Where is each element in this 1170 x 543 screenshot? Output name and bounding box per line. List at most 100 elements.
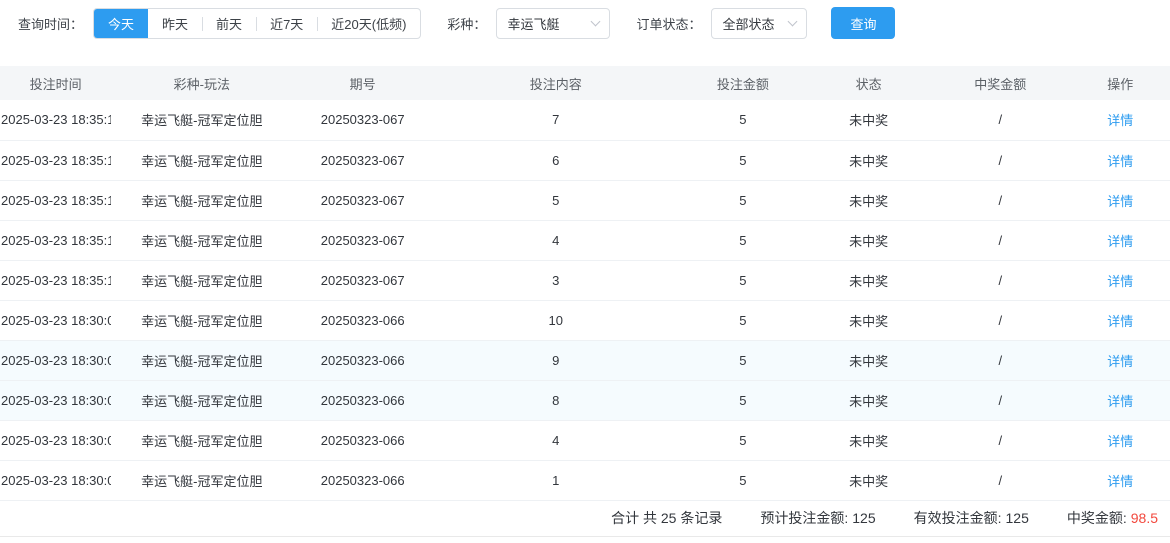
- cell-content: 6: [432, 140, 679, 181]
- cell-action: 详情: [1070, 220, 1170, 261]
- cell-time: 2025-03-23 18:35:14: [0, 140, 112, 181]
- cell-period: 20250323-066: [292, 300, 433, 341]
- time-filter-option[interactable]: 近7天: [256, 9, 317, 38]
- cell-win: /: [930, 420, 1071, 461]
- cell-amount: 5: [678, 420, 808, 461]
- cell-play: 幸运飞艇-冠军定位胆: [111, 140, 293, 181]
- column-header: 投注时间: [0, 66, 112, 100]
- column-header: 操作: [1070, 66, 1170, 100]
- cell-content: 3: [432, 260, 679, 301]
- cell-content: 7: [432, 100, 679, 141]
- cell-play: 幸运飞艇-冠军定位胆: [111, 100, 293, 141]
- cell-period: 20250323-066: [292, 420, 433, 461]
- time-filter-label: 查询时间：: [18, 16, 84, 32]
- cell-content: 4: [432, 220, 679, 261]
- detail-link[interactable]: 详情: [1107, 394, 1133, 409]
- detail-link[interactable]: 详情: [1107, 113, 1133, 128]
- detail-link[interactable]: 详情: [1107, 194, 1133, 209]
- chevron-down-icon: [590, 16, 601, 27]
- time-filter-option[interactable]: 今天: [94, 8, 149, 38]
- lottery-select[interactable]: 幸运飞艇: [496, 7, 611, 39]
- lottery-label: 彩种：: [447, 16, 487, 32]
- cell-win: /: [930, 260, 1071, 301]
- table-row: 2025-03-23 18:30:00 幸运飞艇-冠军定位胆 20250323-06…: [0, 420, 1170, 461]
- table-row: 2025-03-23 18:35:14 幸运飞艇-冠军定位胆 20250323-06…: [0, 140, 1170, 181]
- cell-win: /: [930, 300, 1071, 341]
- total-records: 合计 共 25 条记录: [611, 510, 723, 526]
- cell-content: 9: [432, 340, 679, 381]
- cell-play: 幸运飞艇-冠军定位胆: [111, 380, 293, 421]
- detail-link[interactable]: 详情: [1107, 234, 1133, 249]
- cell-amount: 5: [678, 300, 808, 341]
- cell-status: 未中奖: [807, 180, 931, 221]
- cell-status: 未中奖: [807, 220, 931, 261]
- order-status-select[interactable]: 全部状态: [711, 7, 808, 39]
- column-header: 彩种-玩法: [111, 66, 293, 100]
- cell-amount: 5: [678, 340, 808, 381]
- cell-period: 20250323-067: [292, 220, 433, 261]
- cell-win: /: [930, 460, 1071, 501]
- time-filter-option[interactable]: 近20天(低频): [317, 9, 420, 38]
- cell-content: 5: [432, 180, 679, 221]
- cell-status: 未中奖: [807, 300, 931, 341]
- column-header: 中奖金额: [930, 66, 1071, 100]
- cell-amount: 5: [678, 140, 808, 181]
- cell-period: 20250323-067: [292, 180, 433, 221]
- cell-amount: 5: [678, 460, 808, 501]
- table-row: 2025-03-23 18:30:00 幸运飞艇-冠军定位胆 20250323-06…: [0, 300, 1170, 341]
- cell-time: 2025-03-23 18:30:00: [0, 340, 112, 381]
- search-button[interactable]: 查询: [831, 7, 896, 39]
- win-amount-value: 98.5: [1130, 510, 1158, 526]
- detail-link[interactable]: 详情: [1107, 474, 1133, 489]
- cell-period: 20250323-066: [292, 340, 433, 381]
- cell-win: /: [930, 380, 1071, 421]
- cell-time: 2025-03-23 18:30:00: [0, 300, 112, 341]
- cell-win: /: [930, 140, 1071, 181]
- valid-bet-amount: 有效投注金额: 125: [914, 508, 1029, 528]
- time-filter-option[interactable]: 昨天: [148, 9, 202, 38]
- column-header: 期号: [292, 66, 433, 100]
- cell-status: 未中奖: [807, 100, 931, 141]
- table-row: 2025-03-23 18:35:14 幸运飞艇-冠军定位胆 20250323-06…: [0, 180, 1170, 221]
- valid-bet-amount-value: 125: [1005, 510, 1029, 526]
- cell-time: 2025-03-23 18:35:14: [0, 220, 112, 261]
- cell-play: 幸运飞艇-冠军定位胆: [111, 180, 293, 221]
- detail-link[interactable]: 详情: [1107, 274, 1133, 289]
- cell-time: 2025-03-23 18:30:00: [0, 380, 112, 421]
- chevron-down-icon: [788, 16, 798, 27]
- cell-time: 2025-03-23 18:30:00: [0, 460, 112, 501]
- cell-play: 幸运飞艇-冠军定位胆: [111, 220, 293, 261]
- time-filter-group: 今天 昨天 前天 近7天 近20天(低频): [93, 7, 422, 39]
- table-row: 2025-03-23 18:35:14 幸运飞艇-冠军定位胆 20250323-06…: [0, 100, 1170, 141]
- cell-amount: 5: [678, 220, 808, 261]
- cell-time: 2025-03-23 18:35:14: [0, 260, 112, 301]
- cell-play: 幸运飞艇-冠军定位胆: [111, 340, 293, 381]
- detail-link[interactable]: 详情: [1107, 314, 1133, 329]
- cell-period: 20250323-067: [292, 140, 433, 181]
- summary-bar: 合计 共 25 条记录 预计投注金额: 125 有效投注金额: 125 中奖金额…: [0, 501, 1170, 537]
- cell-amount: 5: [678, 100, 808, 141]
- column-header: 投注金额: [678, 66, 808, 100]
- cell-win: /: [930, 340, 1071, 381]
- column-header: 投注内容: [432, 66, 679, 100]
- table-header-row: 投注时间 彩种-玩法 期号 投注内容 投注金额 状态 中奖金额 操作: [0, 66, 1170, 100]
- detail-link[interactable]: 详情: [1107, 434, 1133, 449]
- orders-table: 投注时间 彩种-玩法 期号 投注内容 投注金额 状态 中奖金额 操作 2025-03-23 1…: [0, 66, 1170, 501]
- detail-link[interactable]: 详情: [1107, 354, 1133, 369]
- cell-amount: 5: [678, 380, 808, 421]
- cell-status: 未中奖: [807, 260, 931, 301]
- cell-content: 4: [432, 420, 679, 461]
- cell-status: 未中奖: [807, 460, 931, 501]
- cell-play: 幸运飞艇-冠军定位胆: [111, 420, 293, 461]
- time-filter-option[interactable]: 前天: [202, 9, 256, 38]
- expected-bet-amount: 预计投注金额: 125: [760, 508, 875, 528]
- win-amount-label: 中奖金额:: [1066, 510, 1127, 526]
- cell-win: /: [930, 180, 1071, 221]
- cell-action: 详情: [1070, 100, 1170, 141]
- cell-status: 未中奖: [807, 380, 931, 421]
- table-row: 2025-03-23 18:30:00 幸运飞艇-冠军定位胆 20250323-06…: [0, 380, 1170, 421]
- table-row: 2025-03-23 18:30:00 幸运飞艇-冠军定位胆 20250323-06…: [0, 340, 1170, 381]
- win-amount: 中奖金额: 98.5: [1067, 508, 1158, 528]
- detail-link[interactable]: 详情: [1107, 154, 1133, 169]
- order-status-select-value: 全部状态: [722, 16, 775, 32]
